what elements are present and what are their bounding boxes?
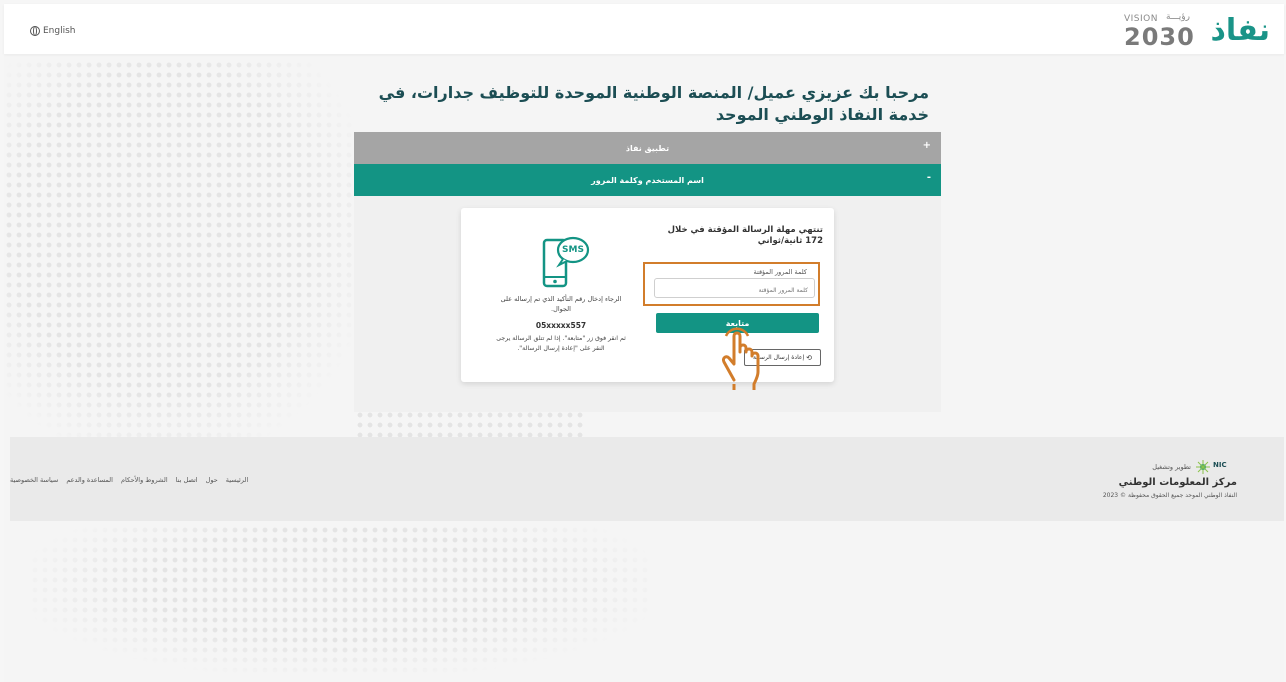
footer-links: الرئيسية حول اتصل بنا الشروط والأحكام ال… xyxy=(10,476,248,484)
top-header: English VISION رؤيـــة 2030 نفاذ xyxy=(4,4,1284,54)
nic-logo: NIC xyxy=(1196,459,1236,475)
accordion-label: تطبيق نفاذ xyxy=(625,143,670,153)
otp-instruction: الرجاء إدخال رقم التأكيد الذي تم إرساله … xyxy=(500,295,622,313)
footer-link[interactable]: المساعدة والدعم xyxy=(66,476,113,484)
otp-card: تنتهي مهلة الرسالة المؤقتة في خلال 172 ث… xyxy=(461,208,834,382)
otp-field-highlight: كلمة المرور المؤقتة xyxy=(643,262,820,306)
minus-icon: - xyxy=(926,172,931,183)
sms-phone-icon: SMS xyxy=(541,234,591,292)
pointer-hand-icon xyxy=(722,327,760,390)
map-pattern-left xyxy=(4,60,354,440)
footer-link[interactable]: سياسة الخصوصية xyxy=(10,476,58,484)
vision-2030-logo: VISION رؤيـــة 2030 xyxy=(1124,12,1204,51)
nafath-logo[interactable]: نفاذ xyxy=(1210,14,1270,48)
page-title: مرحبا بك عزيزي عميل/ المنصة الوطنية المو… xyxy=(378,83,929,124)
otp-input[interactable] xyxy=(654,278,815,298)
globe-icon xyxy=(30,26,40,36)
accordion-nafath-app[interactable]: تطبيق نفاذ + xyxy=(354,132,941,164)
phone-svg xyxy=(542,236,590,288)
otp-timer: تنتهي مهلة الرسالة المؤقتة في خلال 172 ث… xyxy=(667,225,823,246)
plus-icon: + xyxy=(922,140,931,151)
map-pattern-center xyxy=(355,410,585,440)
accordion-label: اسم المستخدم وكلمة المرور xyxy=(591,175,704,185)
resend-icon: ⟲ xyxy=(806,353,813,362)
phone-number: 05xxxxx557 xyxy=(535,321,587,330)
footer-link[interactable]: الرئيسية xyxy=(226,476,248,484)
footer: الرئيسية حول اتصل بنا الشروط والأحكام ال… xyxy=(10,437,1284,521)
org-name: مركز المعلومات الوطني xyxy=(1118,477,1237,488)
nic-emblem-icon xyxy=(1196,460,1210,474)
language-label: English xyxy=(43,26,76,36)
otp-field-label: كلمة المرور المؤقتة xyxy=(753,268,808,276)
sms-label: SMS xyxy=(562,245,584,255)
vision-year: 2030 xyxy=(1124,23,1195,51)
dev-label: تطوير وتشغيل xyxy=(1152,463,1191,471)
language-switch[interactable]: English xyxy=(30,26,76,36)
nic-logo-text: NIC xyxy=(1213,461,1227,469)
copyright: النفاذ الوطني الموحد جميع الحقوق محفوظة … xyxy=(1102,492,1237,499)
footer-link[interactable]: اتصل بنا xyxy=(176,476,198,484)
footer-link[interactable]: حول xyxy=(206,476,218,484)
accordion-username-password[interactable]: اسم المستخدم وكلمة المرور - xyxy=(354,164,941,196)
otp-instruction-2: ثم انقر فوق زر "متابعة". إذا لم تتلق الر… xyxy=(496,335,626,352)
footer-link[interactable]: الشروط والأحكام xyxy=(121,476,168,484)
map-pattern-bottom xyxy=(30,525,650,675)
vision-arabic-text: رؤيـــة xyxy=(1166,12,1190,22)
